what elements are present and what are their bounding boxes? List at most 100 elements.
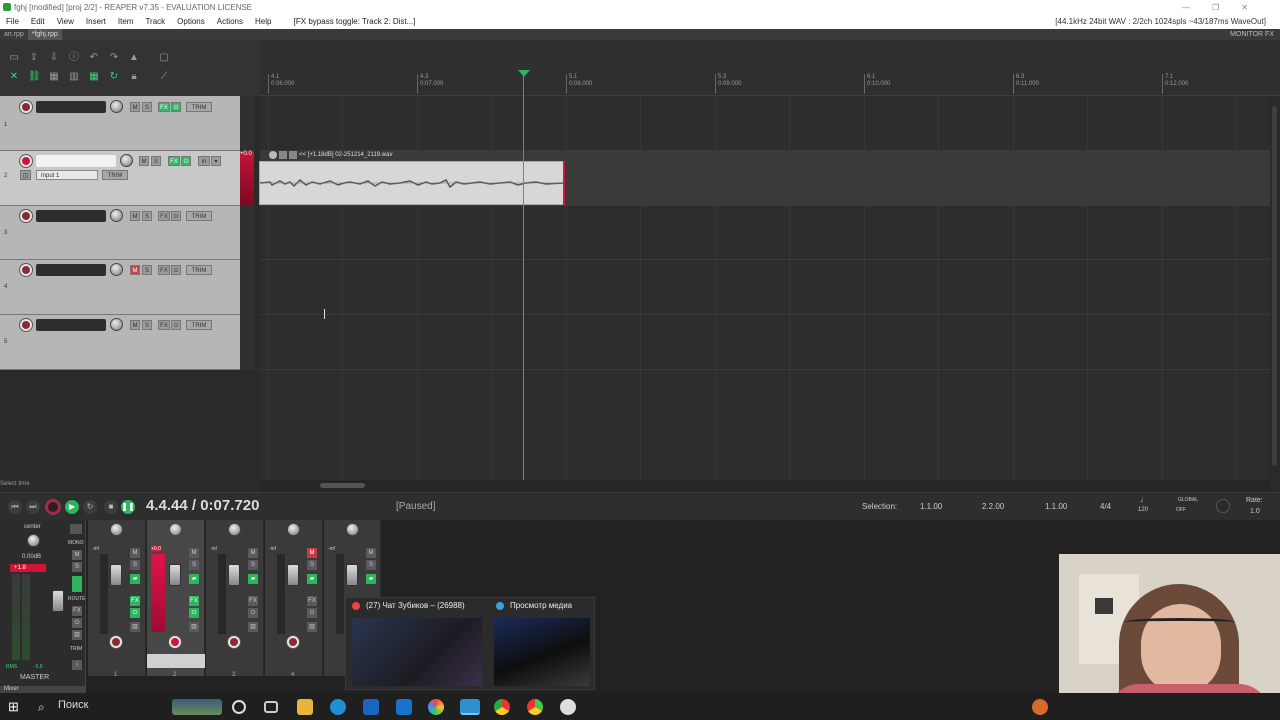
taskbar-search-input[interactable]: Поиск [58,699,88,711]
fx-button[interactable]: FX [158,102,170,112]
solo-button[interactable]: S [142,102,152,112]
vertical-scrollbar[interactable] [1270,96,1280,480]
crossfade-icon[interactable]: ▦ [48,71,60,83]
fx-button[interactable]: FX [189,596,199,606]
loop-icon[interactable]: ↻ [108,71,120,83]
mixer-strip-3[interactable]: -inf M S ▰ FX ⏻ ▥ 3 [206,520,264,678]
monitor-fx-button[interactable]: MONITOR FX [1230,29,1274,40]
telegram-icon[interactable] [460,699,480,715]
mute-button[interactable]: M [248,548,258,558]
fx-slot[interactable]: ▰ [366,574,376,584]
pause-button[interactable]: ❚❚ [121,500,135,514]
fx-bypass-button[interactable]: ⏻ [248,608,258,618]
mute-button[interactable]: M [130,320,140,330]
master-pan-knob[interactable] [27,534,40,547]
item-grouping-icon[interactable]: ⛓ [28,71,41,83]
pan-knob[interactable] [346,523,359,536]
move-envelopes-icon[interactable]: ⟋ [158,71,170,83]
track-name-field[interactable] [36,101,106,113]
track-name-field[interactable] [36,155,116,167]
thumbnail-title[interactable]: Просмотр медиа [510,601,572,610]
solo-button[interactable]: S [151,156,161,166]
fx-button[interactable]: FX [158,211,170,221]
master-mute-button[interactable]: M [72,550,82,560]
time-signature[interactable]: 4/4 [1100,502,1111,511]
pan-knob[interactable] [110,523,123,536]
menu-actions[interactable]: Actions [217,17,243,26]
track-name-field[interactable] [36,264,106,276]
solo-button[interactable]: S [248,560,258,570]
strip-record-arm[interactable] [287,636,299,648]
master-solo-button[interactable]: S [72,562,82,572]
strip-record-arm[interactable] [169,636,181,648]
track-name-field[interactable] [36,319,106,331]
mute-button[interactable]: M [307,548,317,558]
mute-button[interactable]: M [366,548,376,558]
pan-knob[interactable] [169,523,182,536]
play-button[interactable]: ▶ [65,500,79,514]
window-controls[interactable]: —❐✕ [1182,0,1270,15]
fx-button[interactable]: FX [158,320,170,330]
track-2[interactable]: M S FX ⏻ in ▾ ◫ Input 1 TRIM 2 [0,151,240,206]
selection-start[interactable]: 1.1.00 [920,502,942,511]
env-button[interactable]: ▥ [248,622,258,632]
volume-fader[interactable] [110,564,122,586]
record-input-select[interactable]: Input 1 [36,170,98,180]
item-mute-icon[interactable] [279,151,287,159]
menu-insert[interactable]: Insert [86,17,106,26]
envelope-points-icon[interactable]: ▥ [68,71,80,83]
fx-bypass-button[interactable]: ⏻ [130,608,140,618]
thumbnail-preview-chat[interactable] [352,618,482,686]
redo-icon[interactable]: ↷ [108,52,120,64]
item-lock-icon[interactable] [269,151,277,159]
tempo-value[interactable]: 120 [1138,507,1148,513]
play-cursor[interactable] [523,70,524,480]
solo-button[interactable]: S [189,560,199,570]
record-button[interactable] [46,500,60,514]
mixer-strip-2[interactable]: +0.0 M S ▰ FX ⏻ ▥ 2 [147,520,205,678]
app-icon[interactable] [428,699,444,715]
track-lane-1[interactable] [260,96,1270,151]
trim-button[interactable]: TRIM [186,102,212,112]
master-fx-slot[interactable] [72,576,82,592]
chrome-alt-icon[interactable] [527,699,543,715]
track-lane-4[interactable] [260,260,1270,315]
record-arm-button[interactable] [20,210,32,222]
fx-button[interactable]: FX [168,156,180,166]
solo-button[interactable]: S [142,265,152,275]
snap-grid-icon[interactable]: ▦ [88,71,100,83]
volume-fader[interactable] [228,564,240,586]
master-fx-bypass[interactable]: ⏻ [72,618,82,628]
fx-bypass-button[interactable]: ⏻ [181,156,191,166]
track-name-field[interactable] [36,210,106,222]
track-5[interactable]: M S FX ⏻ TRIM 5 [0,315,240,370]
master-info-button[interactable]: i [72,660,82,670]
solo-button[interactable]: S [142,320,152,330]
trim-button[interactable]: TRIM [186,320,212,330]
edge-icon[interactable] [330,699,346,715]
track-lane-5[interactable] [260,315,1270,370]
fx-bypass-button[interactable]: ⏻ [171,211,181,221]
fx-slot[interactable]: ▰ [307,574,317,584]
trim-button[interactable]: TRIM [70,646,82,652]
tab-project-2[interactable]: *fghj.rpp [27,29,62,40]
master-peak[interactable]: +1.8 [10,564,46,572]
pan-knob[interactable] [228,523,241,536]
volume-knob[interactable] [110,318,123,331]
media-item[interactable]: << [+1.18dB] 02-251214_2119.wav [259,150,565,205]
master-io-button[interactable] [70,524,82,534]
track-lane-3[interactable] [260,206,1270,260]
solo-button[interactable]: S [130,560,140,570]
menu-options[interactable]: Options [177,17,205,26]
fx-bypass-button[interactable]: ⏻ [171,102,181,112]
trim-button[interactable]: TRIM [186,211,212,221]
time-position[interactable]: 4.4.44 / 0:07.720 [146,497,259,514]
store-icon[interactable] [363,699,379,715]
tray-app-icon[interactable] [1032,699,1048,715]
record-arm-button[interactable] [20,101,32,113]
fx-bypass-button[interactable]: ⏻ [307,608,317,618]
route-button[interactable]: ROUTE [68,596,86,602]
fx-button[interactable]: FX [248,596,258,606]
master-env-button[interactable]: ▥ [72,630,82,640]
file-explorer-icon[interactable] [297,699,313,715]
